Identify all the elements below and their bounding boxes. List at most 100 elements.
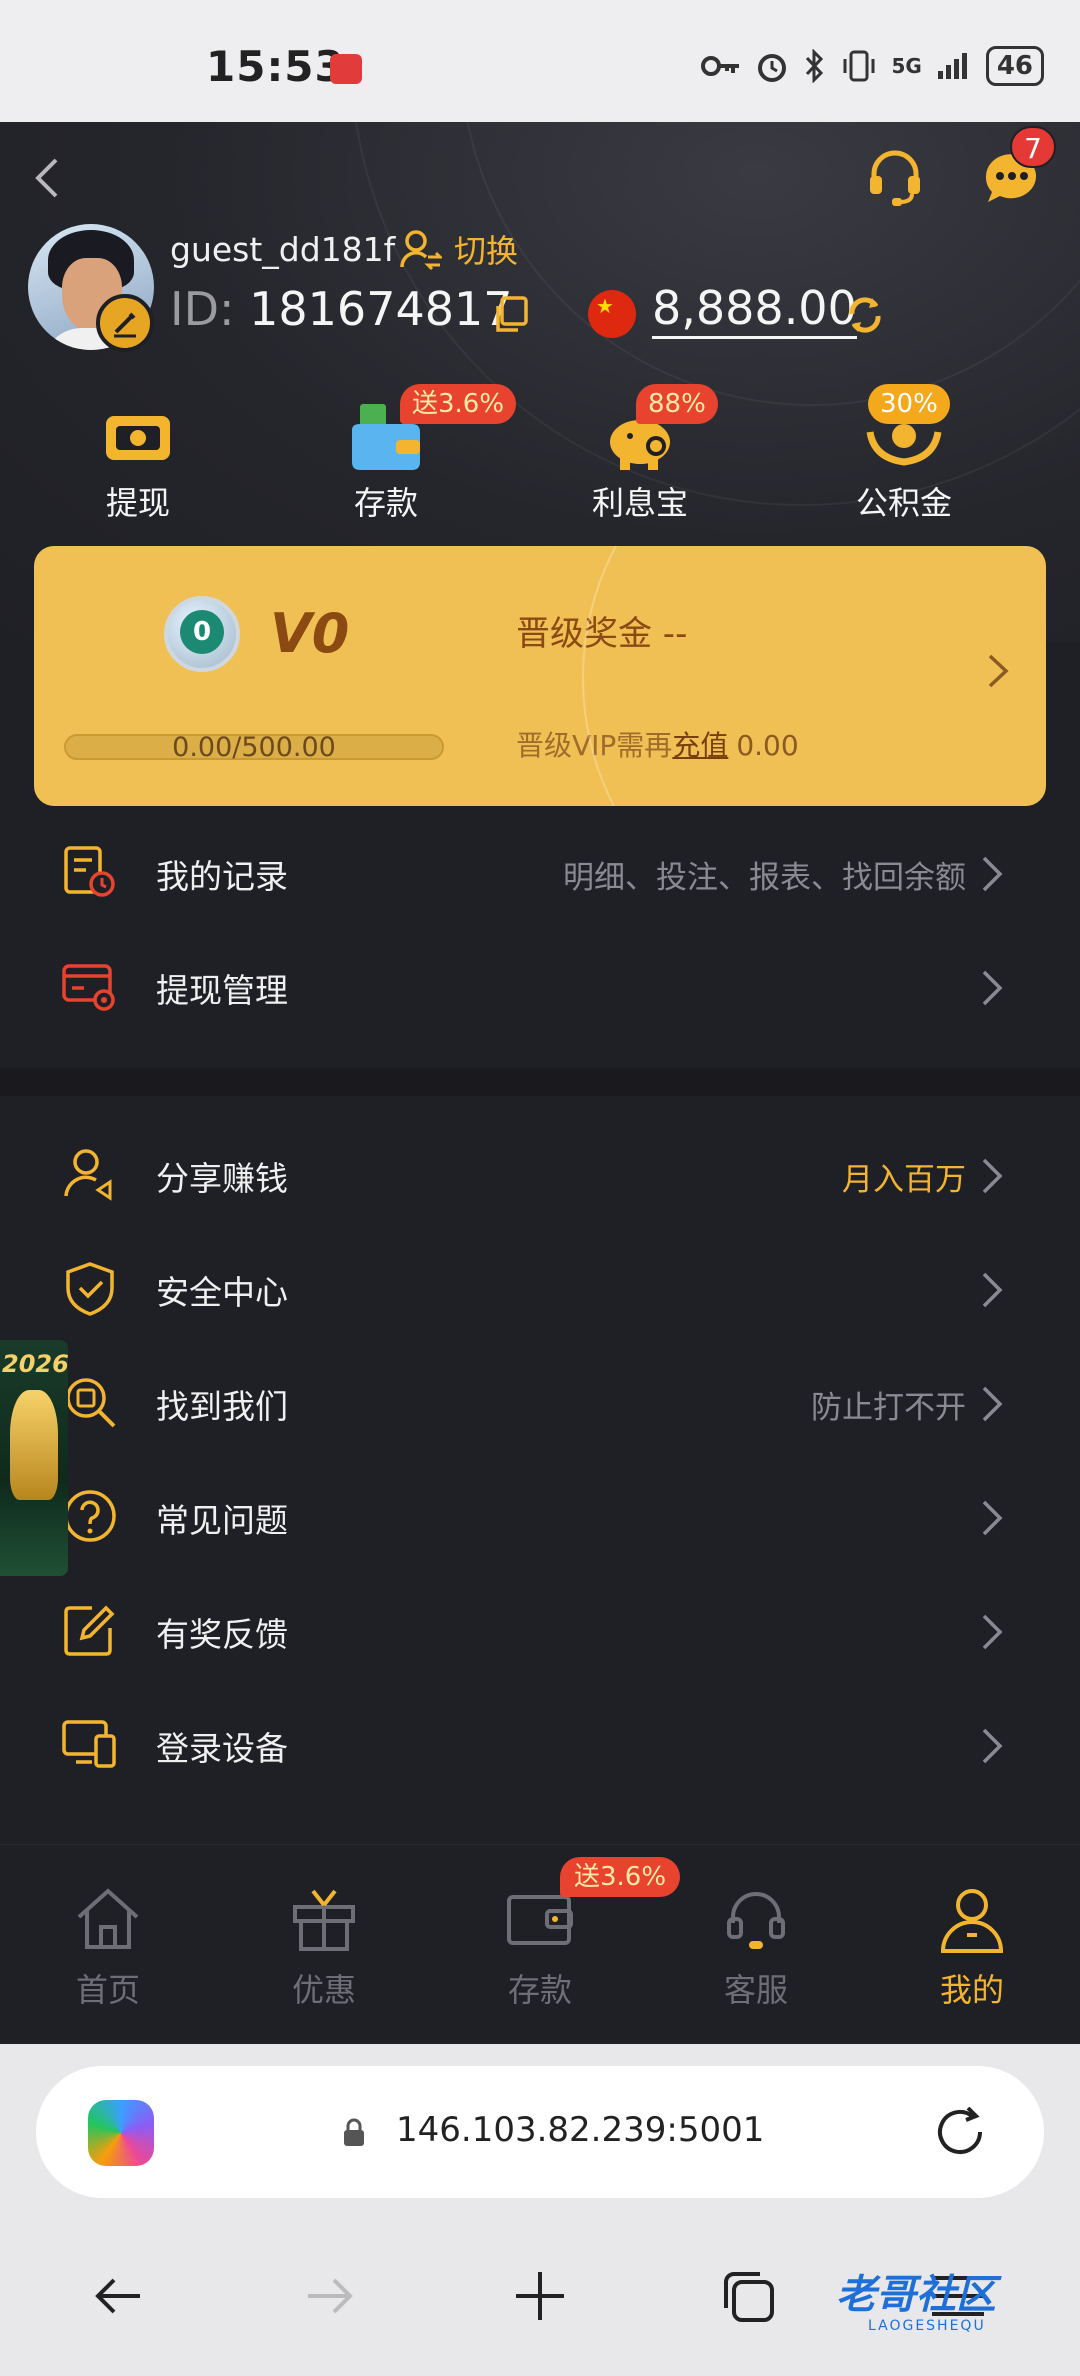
edit-feedback-icon xyxy=(64,1605,115,1656)
tab-deposit-promo-badge: 送3.6% xyxy=(560,1857,681,1897)
records-icon xyxy=(64,846,115,897)
refresh-balance-button[interactable] xyxy=(842,292,888,338)
headset-icon xyxy=(727,1892,785,1949)
gift-icon xyxy=(293,1889,355,1951)
menu-item-feedback-label: 有奖反馈 xyxy=(156,1615,288,1654)
menu-item-share[interactable]: 分享赚钱 月入百万 xyxy=(0,1118,1080,1232)
username: guest_dd181f xyxy=(170,230,396,269)
vip-details-arrow[interactable] xyxy=(984,646,1014,696)
copy-id-button[interactable] xyxy=(490,294,530,334)
bluetooth-icon xyxy=(806,49,824,83)
forward-arrow-icon[interactable] xyxy=(296,2264,360,2328)
search-doc-icon xyxy=(66,1378,116,1428)
headset-icon xyxy=(870,150,920,206)
status-icons: 5G 46 xyxy=(701,46,1044,86)
vip-progress-text: 0.00/500.00 xyxy=(172,732,336,763)
menu-item-security[interactable]: 安全中心 xyxy=(0,1232,1080,1346)
vip-bonus-label: 晋级奖金 -- xyxy=(516,614,688,654)
tab-promotions-label: 优惠 xyxy=(291,1971,356,2009)
quick-deposit[interactable]: 送3.6% 存款 xyxy=(306,384,517,524)
tab-promotions[interactable]: 优惠 xyxy=(244,1885,404,2011)
vip-medal-icon: 0 xyxy=(164,596,240,672)
copilot-icon[interactable] xyxy=(88,2100,154,2166)
back-arrow-icon[interactable] xyxy=(88,2264,152,2328)
reload-icon[interactable] xyxy=(932,2104,990,2162)
pencil-icon xyxy=(114,312,136,338)
devices-icon xyxy=(62,1720,116,1768)
balance-amount[interactable]: 8,888.00 xyxy=(652,282,857,339)
vip-need-prefix: 晋级VIP需再 xyxy=(516,729,673,762)
menu-item-find-us[interactable]: 找到我们 防止打不开 xyxy=(0,1346,1080,1460)
chevron-right-icon xyxy=(982,1272,1003,1308)
switch-account-button[interactable]: 切换 xyxy=(398,226,518,272)
chevron-left-icon xyxy=(35,158,58,198)
browser-url-bar[interactable]: 146.103.82.239:5001 xyxy=(36,2066,1044,2198)
vip-need-amount: 0.00 xyxy=(736,729,799,762)
tab-profile[interactable]: 我的 xyxy=(892,1885,1052,2011)
tab-home[interactable]: 首页 xyxy=(28,1885,188,2011)
switch-user-icon xyxy=(400,230,442,271)
china-flag-icon: ★ xyxy=(588,290,636,338)
chevron-right-icon xyxy=(982,1386,1003,1422)
shield-check-icon xyxy=(66,1262,114,1316)
menu-item-feedback[interactable]: 有奖反馈 xyxy=(0,1574,1080,1688)
edit-avatar-button[interactable] xyxy=(96,294,154,352)
switch-account-label: 切换 xyxy=(454,232,519,270)
user-id-value: 181674817 xyxy=(249,282,513,336)
watermark-subtitle: LAOGESHEQU xyxy=(868,2318,986,2334)
fund-promo-badge: 30% xyxy=(868,384,950,424)
tab-deposit[interactable]: 存款 xyxy=(460,1885,620,2011)
vip-medal-number: 0 xyxy=(180,610,224,654)
tabs-icon[interactable] xyxy=(716,2264,780,2328)
lock-icon xyxy=(344,2118,364,2146)
menu-item-records-label: 我的记录 xyxy=(156,857,288,896)
quick-interest[interactable]: 88% 利息宝 xyxy=(560,384,720,524)
key-icon xyxy=(701,56,740,76)
trophy-icon xyxy=(10,1390,58,1500)
battery-level: 46 xyxy=(985,46,1044,86)
quick-fund[interactable]: 30% 公积金 xyxy=(824,384,984,524)
floating-promo-banner[interactable]: 2026 xyxy=(0,1340,68,1576)
vibrate-icon xyxy=(843,50,875,82)
vip-level: V0 xyxy=(270,602,350,665)
back-button[interactable] xyxy=(26,150,66,206)
menu-item-faq-label: 常见问题 xyxy=(156,1501,288,1540)
user-id-prefix: ID: xyxy=(170,282,235,336)
app-screen: 7 guest_dd181f 切换 ID: 181674817 ★ 8,888.… xyxy=(0,122,1080,2044)
url-text[interactable]: 146.103.82.239:5001 xyxy=(396,2110,764,2150)
menu-item-withdraw-manage-label: 提现管理 xyxy=(156,971,288,1010)
menu-item-records[interactable]: 我的记录 明细、投注、报表、找回余额 xyxy=(0,816,1080,930)
chevron-right-icon xyxy=(982,1158,1003,1194)
customer-service-button[interactable] xyxy=(862,144,928,210)
menu-item-faq[interactable]: 常见问题 xyxy=(0,1460,1080,1574)
menu-item-withdraw-manage[interactable]: 提现管理 xyxy=(0,930,1080,1044)
menu-item-devices[interactable]: 登录设备 xyxy=(0,1688,1080,1802)
menu-item-find-us-hint: 防止打不开 xyxy=(811,1390,966,1426)
menu-item-security-label: 安全中心 xyxy=(156,1273,288,1312)
menu-item-share-label: 分享赚钱 xyxy=(156,1159,288,1198)
signal-icon xyxy=(937,53,967,79)
new-tab-icon[interactable] xyxy=(508,2264,572,2328)
chevron-right-icon xyxy=(982,1500,1003,1536)
home-icon xyxy=(77,1888,139,1949)
share-user-icon xyxy=(64,1149,112,1201)
menu-item-find-us-label: 找到我们 xyxy=(156,1387,288,1426)
menu-item-share-hint: 月入百万 xyxy=(842,1162,966,1198)
status-bar: 15:53 5G 46 xyxy=(0,0,1080,122)
quick-withdraw-label: 提现 xyxy=(105,484,170,522)
quick-fund-label: 公积金 xyxy=(855,484,952,522)
watermark-logo: 老哥社区 xyxy=(836,2272,996,2318)
banner-year: 2026 xyxy=(2,1350,68,1378)
interest-promo-badge: 88% xyxy=(636,384,718,424)
tab-deposit-label: 存款 xyxy=(507,1971,572,2009)
user-id: ID: 181674817 xyxy=(170,282,513,336)
vip-card[interactable]: 0 V0 0.00/500.00 晋级奖金 -- 晋级VIP需再充值 0.00 xyxy=(34,546,1046,806)
tab-support[interactable]: 客服 xyxy=(676,1885,836,2011)
recharge-link[interactable]: 充值 xyxy=(672,729,728,762)
withdraw-icon xyxy=(106,416,170,460)
chevron-right-icon xyxy=(988,654,1009,688)
menu-item-devices-label: 登录设备 xyxy=(156,1729,288,1768)
quick-withdraw[interactable]: 提现 xyxy=(58,402,218,524)
message-count-badge: 7 xyxy=(1010,126,1056,168)
quick-deposit-label: 存款 xyxy=(353,484,418,522)
